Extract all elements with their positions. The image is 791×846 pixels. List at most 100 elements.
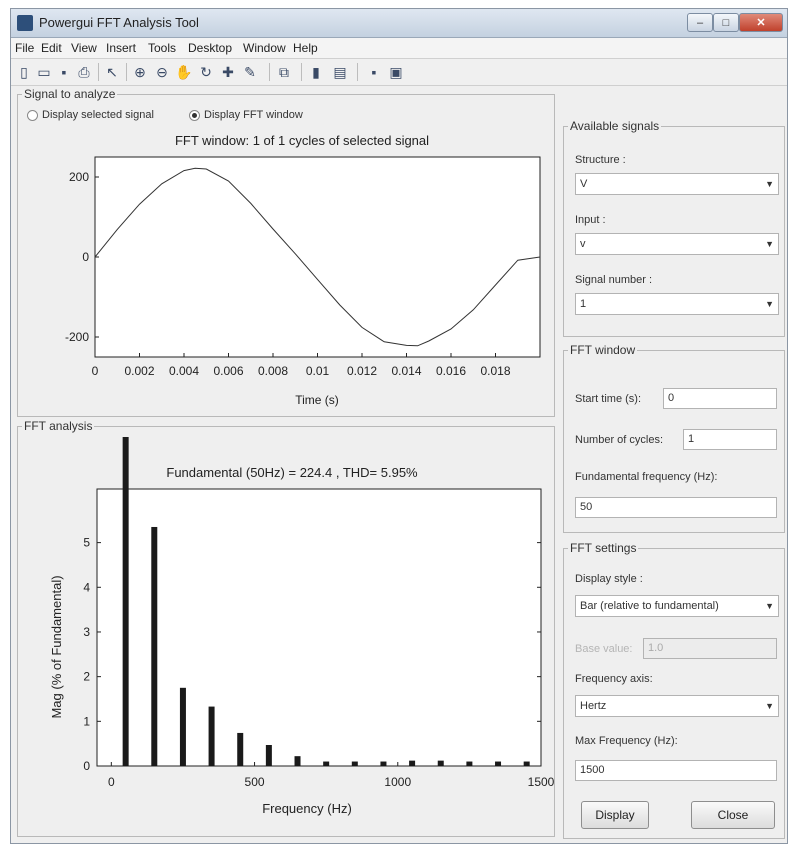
new-file-icon[interactable]: ▯ bbox=[15, 63, 33, 81]
close-button[interactable]: Close bbox=[691, 801, 775, 829]
fft-y-tick-label: 3 bbox=[83, 625, 90, 639]
chevron-down-icon: ▼ bbox=[765, 299, 774, 309]
fft-x-tick-label: 500 bbox=[245, 775, 265, 789]
colorbar-icon[interactable]: ▮ bbox=[307, 63, 325, 81]
fft-bar bbox=[523, 761, 530, 766]
signal-x-tick-label: 0.004 bbox=[169, 364, 199, 378]
fft-bar bbox=[351, 761, 358, 766]
structure-select[interactable]: V ▼ bbox=[575, 173, 779, 195]
menu-file[interactable]: File bbox=[15, 41, 34, 55]
toolbar: ▯ ▭ ▪ ⎙ ↖ ⊕ ⊖ ✋ ↻ ✚ ✎ ⧉ ▮ ▤ ▪ ▣ bbox=[11, 59, 787, 86]
zoom-in-icon[interactable]: ⊕ bbox=[131, 63, 149, 81]
close-window-button[interactable]: ✕ bbox=[739, 13, 783, 32]
window-title: Powergui FFT Analysis Tool bbox=[39, 15, 199, 30]
open-folder-icon[interactable]: ▭ bbox=[35, 63, 53, 81]
max-frequency-input[interactable]: 1500 bbox=[575, 760, 777, 781]
cycles-input[interactable]: 1 bbox=[683, 429, 777, 450]
signal-x-tick-label: 0.014 bbox=[391, 364, 421, 378]
menu-edit[interactable]: Edit bbox=[41, 41, 62, 55]
structure-value: V bbox=[580, 178, 588, 190]
menu-view[interactable]: View bbox=[71, 41, 97, 55]
chevron-down-icon: ▼ bbox=[765, 239, 774, 249]
structure-label: Structure : bbox=[575, 154, 626, 166]
hide-plot-tools-icon[interactable]: ▪ bbox=[365, 63, 383, 81]
maximize-button[interactable]: □ bbox=[713, 13, 739, 32]
signal-x-tick-label: 0.012 bbox=[347, 364, 377, 378]
base-value-label: Base value: bbox=[575, 643, 633, 655]
menu-desktop[interactable]: Desktop bbox=[188, 41, 232, 55]
data-cursor-icon[interactable]: ✚ bbox=[219, 63, 237, 81]
menu-bar: File Edit View Insert Tools Desktop Wind… bbox=[11, 38, 787, 59]
display-selected-signal-radio[interactable] bbox=[27, 110, 38, 121]
signal-plot-axes bbox=[94, 156, 541, 358]
menu-help[interactable]: Help bbox=[293, 41, 318, 55]
fft-bar bbox=[409, 760, 416, 766]
fft-settings-legend: FFT settings bbox=[570, 541, 637, 555]
legend-icon[interactable]: ▤ bbox=[331, 63, 349, 81]
fft-bar bbox=[122, 437, 129, 766]
show-plot-tools-icon[interactable]: ▣ bbox=[387, 63, 405, 81]
pointer-icon[interactable]: ↖ bbox=[103, 63, 121, 81]
display-fft-window-radio[interactable] bbox=[189, 110, 200, 121]
fft-bar bbox=[380, 761, 387, 766]
minimize-button[interactable]: – bbox=[687, 13, 713, 32]
available-signals-legend: Available signals bbox=[570, 119, 660, 133]
fft-bar bbox=[294, 756, 301, 766]
title-bar: Powergui FFT Analysis Tool – □ ✕ bbox=[11, 9, 787, 38]
signal-x-tick-label: 0.006 bbox=[213, 364, 243, 378]
input-select[interactable]: v ▼ bbox=[575, 233, 779, 255]
signal-y-tick-label: -200 bbox=[65, 330, 89, 344]
app-icon bbox=[17, 15, 33, 31]
menu-window[interactable]: Window bbox=[243, 41, 286, 55]
fft-y-tick-label: 0 bbox=[83, 759, 90, 773]
fft-x-tick-label: 0 bbox=[108, 775, 115, 789]
fft-bar bbox=[437, 760, 444, 766]
toolbar-separator bbox=[357, 63, 358, 81]
fundamental-frequency-input[interactable]: 50 bbox=[575, 497, 777, 518]
base-value-input[interactable]: 1.0 bbox=[643, 638, 777, 659]
fft-bar bbox=[151, 526, 158, 766]
start-time-label: Start time (s): bbox=[575, 393, 642, 405]
link-icon[interactable]: ⧉ bbox=[275, 63, 293, 81]
chevron-down-icon: ▼ bbox=[765, 701, 774, 711]
signal-y-ticks: 200 0 -200 bbox=[65, 170, 99, 344]
signal-number-value: 1 bbox=[580, 298, 587, 310]
signal-number-select[interactable]: 1 ▼ bbox=[575, 293, 779, 315]
pan-icon[interactable]: ✋ bbox=[175, 63, 193, 81]
fft-x-tick-label: 1000 bbox=[384, 775, 411, 789]
chevron-down-icon: ▼ bbox=[765, 179, 774, 189]
rotate-icon[interactable]: ↻ bbox=[197, 63, 215, 81]
start-time-input[interactable]: 0 bbox=[663, 388, 777, 409]
fft-x-tick-label: 1500 bbox=[528, 775, 555, 789]
display-style-select[interactable]: Bar (relative to fundamental) ▼ bbox=[575, 595, 779, 617]
fft-y-tick-label: 1 bbox=[83, 714, 90, 728]
signal-x-tick-label: 0.018 bbox=[480, 364, 510, 378]
brush-icon[interactable]: ✎ bbox=[241, 63, 259, 81]
cycles-label: Number of cycles: bbox=[575, 434, 664, 446]
print-icon[interactable]: ⎙ bbox=[75, 63, 93, 81]
signal-plot-title: FFT window: 1 of 1 cycles of selected si… bbox=[175, 133, 429, 148]
frequency-axis-select[interactable]: Hertz ▼ bbox=[575, 695, 779, 717]
display-selected-signal-label: Display selected signal bbox=[42, 109, 154, 121]
signal-x-tick-label: 0 bbox=[92, 364, 99, 378]
save-icon[interactable]: ▪ bbox=[55, 63, 73, 81]
signal-x-tick-label: 0.002 bbox=[124, 364, 154, 378]
menu-insert[interactable]: Insert bbox=[106, 41, 136, 55]
fft-plot-title: Fundamental (50Hz) = 224.4 , THD= 5.95% bbox=[166, 465, 418, 480]
fft-y-tick-label: 4 bbox=[83, 580, 90, 594]
zoom-out-icon[interactable]: ⊖ bbox=[153, 63, 171, 81]
display-style-label: Display style : bbox=[575, 573, 643, 585]
toolbar-separator bbox=[269, 63, 270, 81]
display-button[interactable]: Display bbox=[581, 801, 649, 829]
frequency-axis-label: Frequency axis: bbox=[575, 673, 653, 685]
fft-bar bbox=[323, 761, 330, 766]
signal-x-tick-label: 0.016 bbox=[436, 364, 466, 378]
fft-bar bbox=[495, 761, 502, 766]
max-frequency-label: Max Frequency (Hz): bbox=[575, 735, 678, 747]
fft-y-label: Mag (% of Fundamental) bbox=[49, 575, 64, 718]
chevron-down-icon: ▼ bbox=[765, 601, 774, 611]
menu-tools[interactable]: Tools bbox=[148, 41, 176, 55]
input-value: v bbox=[580, 238, 586, 250]
signal-x-tick-label: 0.008 bbox=[258, 364, 288, 378]
fundamental-frequency-label: Fundamental frequency (Hz): bbox=[575, 471, 718, 483]
